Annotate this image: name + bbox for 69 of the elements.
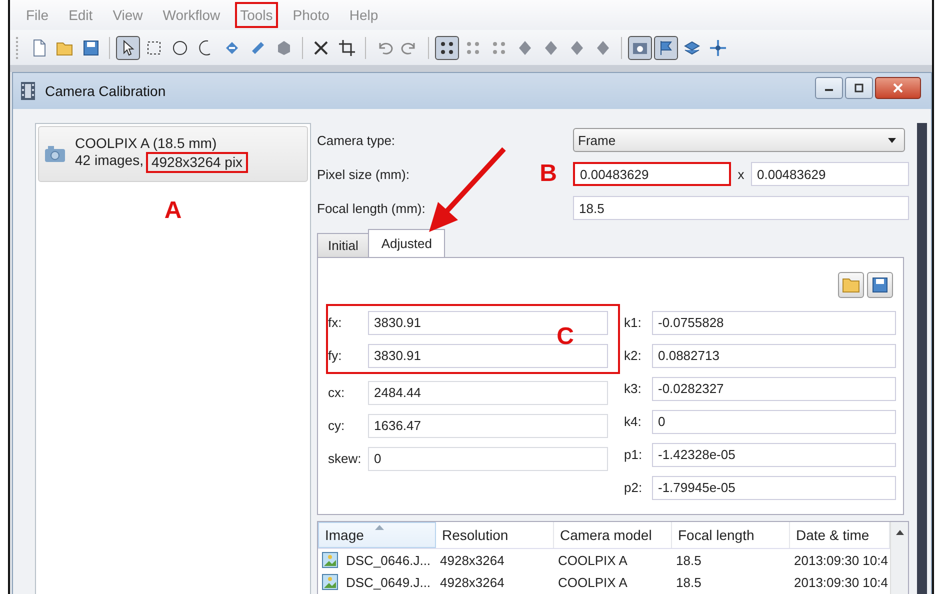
table-cell: 4928x3264 [440,552,504,568]
image-count: 42 images, [75,152,144,170]
input-field[interactable]: 18.5 [573,196,909,220]
table-cell: COOLPIX A [558,552,628,568]
input-field[interactable]: 0 [368,446,608,470]
input-field[interactable]: 0.00483629 [751,162,909,186]
caret-icon [888,138,896,142]
tab[interactable]: Initial [317,233,370,257]
field-label: Focal length (mm): [317,200,426,216]
sort-arrow-icon [375,525,384,530]
separator-text: x [736,166,746,182]
input-field[interactable]: -1.42328e-05 [652,442,896,466]
minimize-button[interactable] [815,77,843,99]
input-field[interactable]: 1636.47 [368,414,608,438]
table-cell: 4928x3264 [440,574,504,590]
film-icon [21,82,35,100]
close-icon [892,83,904,93]
table-cell: DSC_0646.J... [346,552,431,568]
camera-list-item[interactable]: COOLPIX A (18.5 mm) 42 images, 4928x3264 pix [38,126,308,182]
param-label: k1: [624,315,642,330]
grid-icon[interactable] [435,36,459,60]
folder-icon[interactable] [838,272,864,298]
param-label: cx: [328,385,346,400]
table-cell: 2013:09:30 10:4 [794,574,888,590]
param-label: fx: [328,315,343,330]
camera-name: COOLPIX A (18.5 mm) [75,135,218,152]
tab[interactable]: Adjusted [368,229,445,257]
callout-letter: A [164,198,182,224]
table-cell: COOLPIX A [558,574,628,590]
maximize-button[interactable] [845,77,873,99]
window-title: Camera Calibration [45,83,167,99]
table-cell: 18.5 [676,574,702,590]
input-field[interactable]: -1.79945e-05 [652,476,896,500]
input-field[interactable]: 2484.44 [368,380,608,404]
flag-icon[interactable] [654,36,678,60]
table-cell: 2013:09:30 10:4 [794,552,888,568]
close-button[interactable] [875,77,921,99]
column-header[interactable]: Image [318,522,436,548]
camera-icon[interactable] [628,36,652,60]
input-field[interactable]: 0 [652,410,896,434]
param-label: skew: [328,451,362,466]
save-icon[interactable] [867,272,893,298]
param-label: fy: [328,348,343,363]
image-icon [322,552,338,568]
param-label: p1: [624,447,644,462]
scrollbar[interactable] [890,522,908,594]
param-label: k2: [624,348,642,363]
resolution-text: 4928x3264 pix [146,152,248,173]
param-label: p2: [624,480,644,495]
table-cell: 18.5 [676,552,702,568]
input-field[interactable]: -0.0282327 [652,376,896,400]
param-label: k4: [624,414,642,429]
input-field[interactable]: -0.0755828 [652,310,896,334]
pointer-icon[interactable] [116,36,140,60]
field-label: Pixel size (mm): [317,166,410,182]
scrollbar[interactable] [917,123,927,594]
input-field[interactable]: 0.00483629 [573,162,731,186]
camera-type-dropdown[interactable]: Frame [573,128,905,152]
field-label: Camera type: [317,132,396,148]
camera-icon [45,146,65,162]
input-field[interactable]: 0.0882713 [652,344,896,368]
table-cell: DSC_0649.J... [346,574,431,590]
image-icon [322,574,338,590]
maximize-icon [854,83,864,93]
input-field[interactable]: 3830.91 [368,344,608,368]
scroll-up-icon[interactable] [896,530,904,535]
param-label: k3: [624,381,642,396]
param-label: cy: [328,418,346,433]
callout-letter: B [540,161,557,187]
